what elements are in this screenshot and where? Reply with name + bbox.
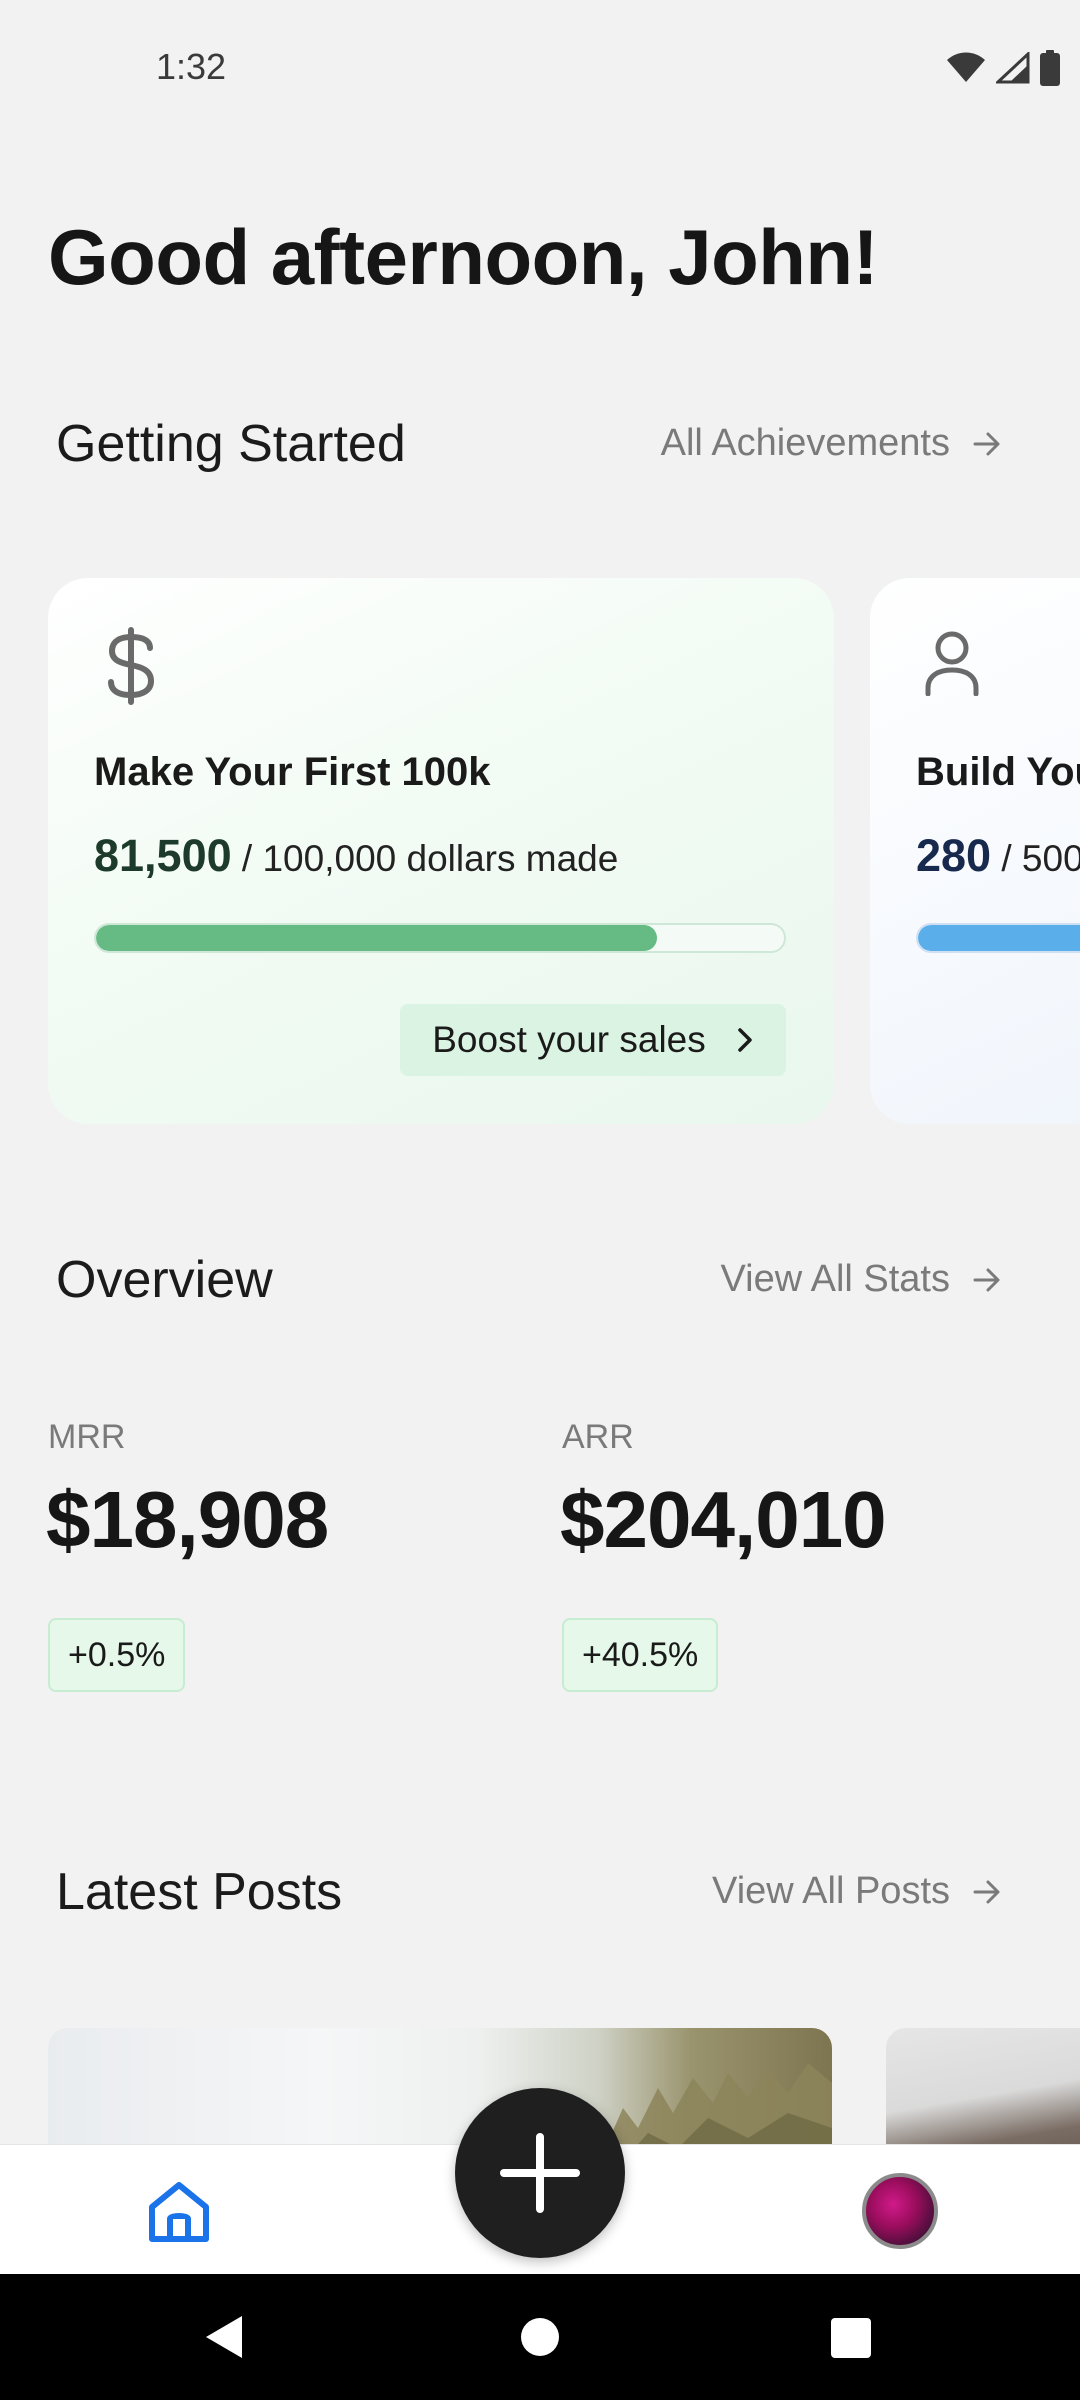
mrr-label: MRR: [48, 1418, 126, 1456]
achievement-card-build[interactable]: Build Your 280 / 500: [870, 578, 1080, 1124]
arrow-right-icon: [973, 1268, 1000, 1291]
progress-bar: [916, 923, 1080, 953]
arrow-right-icon: [973, 432, 1000, 455]
status-icons: [946, 48, 1060, 88]
card-progress-text: 81,500 / 100,000 dollars made: [94, 830, 618, 882]
signal-icon: [996, 52, 1030, 84]
system-navigation-bar: [0, 2274, 1080, 2400]
progress-current: 280: [916, 830, 992, 881]
recents-button[interactable]: [831, 2318, 871, 2358]
wifi-icon: [947, 52, 985, 82]
overview-title: Overview: [56, 1251, 273, 1309]
progress-bar: [94, 923, 786, 953]
boost-sales-label: Boost your sales: [432, 1019, 706, 1060]
mrr-value: $18,908: [46, 1475, 329, 1564]
card-title: Build Your: [916, 750, 1080, 794]
mrr-change-badge: +0.5%: [48, 1618, 186, 1692]
view-all-stats-label: View All Stats: [720, 1258, 950, 1300]
view-all-stats-link[interactable]: View All Stats: [720, 1258, 1002, 1301]
card-progress-text: 280 / 500: [916, 830, 1080, 882]
progress-current: 81,500: [94, 830, 232, 881]
arrow-right-icon: [973, 1880, 1000, 1903]
progress-fill: [918, 925, 1080, 951]
home-button[interactable]: [521, 2318, 559, 2356]
dollar-icon: [108, 627, 155, 705]
getting-started-title: Getting Started: [56, 415, 406, 473]
create-post-button[interactable]: [455, 2088, 625, 2258]
plus-icon: [500, 2133, 580, 2213]
status-time: 1:32: [156, 46, 227, 87]
all-achievements-label: All Achievements: [660, 422, 950, 464]
boost-sales-button[interactable]: Boost your sales: [400, 1004, 786, 1076]
person-icon: [925, 631, 979, 696]
app-screen: 1:32 Good afternoon, John! Getting Start…: [0, 0, 1080, 2400]
chevron-right-icon: [738, 1028, 752, 1052]
progress-fill: [96, 925, 657, 951]
all-achievements-link[interactable]: All Achievements: [661, 422, 1002, 465]
home-icon[interactable]: [146, 2179, 212, 2245]
status-bar: 1:32: [0, 0, 1080, 136]
progress-target: / 500: [1001, 838, 1080, 879]
arr-value: $204,010: [560, 1475, 887, 1564]
progress-target: / 100,000 dollars made: [241, 838, 619, 879]
arr-label: ARR: [562, 1418, 634, 1456]
arr-change-badge: +40.5%: [562, 1618, 719, 1692]
greeting-title: Good afternoon, John!: [48, 213, 879, 301]
latest-posts-title: Latest Posts: [56, 1863, 343, 1921]
card-title: Make Your First 100k: [94, 750, 491, 794]
view-all-posts-label: View All Posts: [712, 1870, 950, 1912]
view-all-posts-link[interactable]: View All Posts: [712, 1870, 1002, 1913]
battery-icon: [1040, 50, 1060, 86]
avatar[interactable]: [862, 2173, 938, 2249]
back-icon[interactable]: [204, 2314, 244, 2360]
achievement-card-100k[interactable]: Make Your First 100k 81,500 / 100,000 do…: [48, 578, 834, 1124]
